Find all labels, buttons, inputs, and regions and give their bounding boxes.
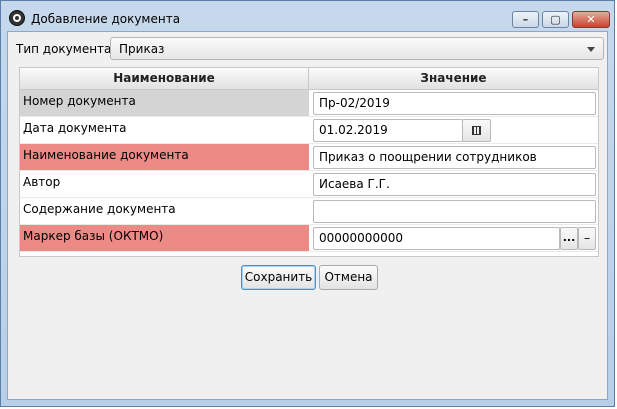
window-title: Добавление документа <box>31 12 181 26</box>
row-label-doc-date: Дата документа <box>20 117 309 144</box>
row-label-author: Автор <box>20 171 309 198</box>
row-label-doc-title: Наименование документа <box>20 144 309 171</box>
value-cell: 00000000000 ... – <box>309 225 598 252</box>
chevron-down-icon <box>587 47 595 52</box>
doc-type-label: Тип документа: <box>16 42 116 56</box>
doc-title-input[interactable]: Приказ о поощрении сотрудников <box>313 146 596 169</box>
row-label-doc-content: Содержание документа <box>20 198 309 225</box>
close-button[interactable]: ✕ <box>572 11 610 28</box>
minimize-icon: – <box>522 13 529 26</box>
table-row: Автор Исаева Г.Г. <box>20 171 598 198</box>
column-header-value[interactable]: Значение <box>309 68 598 90</box>
clear-button[interactable]: – <box>578 227 596 250</box>
calendar-icon <box>472 126 481 135</box>
value-cell: Исаева Г.Г. <box>309 171 598 198</box>
row-label-doc-number: Номер документа <box>20 90 309 117</box>
dialog-content: Тип документа: Приказ Наименование Значе… <box>7 31 608 400</box>
doc-number-input[interactable]: Пр-02/2019 <box>313 92 596 115</box>
table-row: Маркер базы (ОКТМО) 00000000000 ... – <box>20 225 598 252</box>
base-marker-input[interactable]: 00000000000 <box>313 227 560 250</box>
value-cell: Приказ о поощрении сотрудников <box>309 144 598 171</box>
doc-type-value: Приказ <box>119 42 165 56</box>
column-header-name[interactable]: Наименование <box>20 68 309 90</box>
row-label-base-marker: Маркер базы (ОКТМО) <box>20 225 309 252</box>
properties-table: Наименование Значение Номер документа Пр… <box>19 67 599 257</box>
value-cell: Пр-02/2019 <box>309 90 598 117</box>
table-row: Номер документа Пр-02/2019 <box>20 90 598 117</box>
table-row: Содержание документа <box>20 198 598 225</box>
doc-date-input[interactable]: 01.02.2019 <box>313 119 463 142</box>
dialog-window: Добавление документа – ▢ ✕ Тип документа… <box>0 0 615 407</box>
cancel-button[interactable]: Отмена <box>319 265 378 290</box>
doc-type-select[interactable]: Приказ <box>110 37 604 60</box>
author-input[interactable]: Исаева Г.Г. <box>313 173 596 196</box>
title-bar[interactable]: Добавление документа – ▢ ✕ <box>1 1 616 35</box>
doc-content-input[interactable] <box>313 200 596 223</box>
minimize-button[interactable]: – <box>512 11 539 28</box>
table-row: Наименование документа Приказ о поощрени… <box>20 144 598 171</box>
date-picker-button[interactable] <box>462 119 491 142</box>
save-button[interactable]: Сохранить <box>241 265 316 290</box>
browse-button[interactable]: ... <box>560 227 578 250</box>
close-icon: ✕ <box>586 13 596 26</box>
maximize-icon: ▢ <box>550 13 561 26</box>
table-row: Дата документа 01.02.2019 <box>20 117 598 144</box>
app-logo-icon <box>9 10 25 26</box>
value-cell <box>309 198 598 225</box>
value-cell: 01.02.2019 <box>309 117 598 144</box>
maximize-button[interactable]: ▢ <box>542 11 569 28</box>
